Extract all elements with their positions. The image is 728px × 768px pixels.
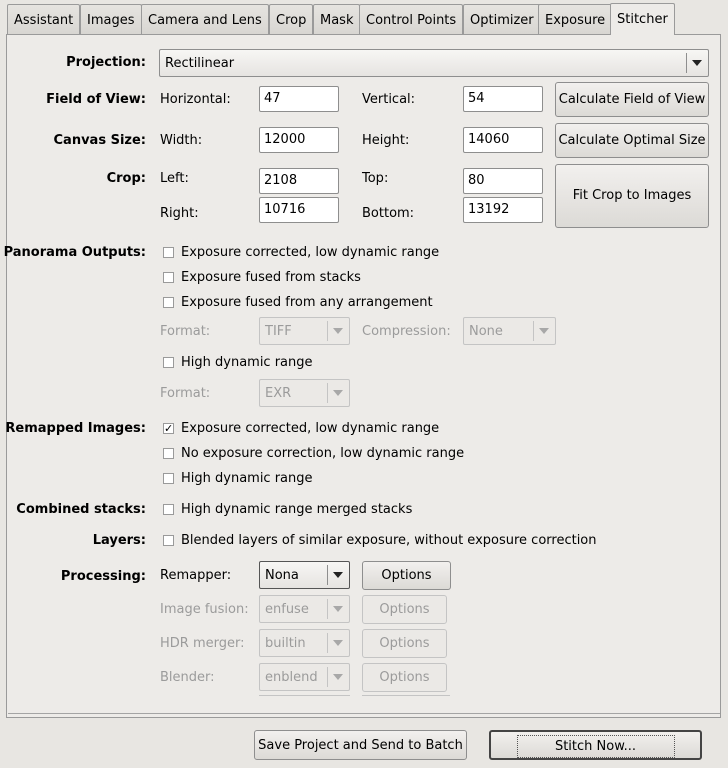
tab-crop[interactable]: Crop	[269, 4, 314, 34]
tab-mask[interactable]: Mask	[313, 4, 361, 34]
scroll-clip-edge	[259, 695, 350, 696]
remapper-options-button[interactable]: Options	[362, 561, 451, 590]
layers-blended-checkbox[interactable]	[163, 535, 174, 546]
image-fusion-value: enfuse	[265, 602, 309, 617]
remapped-exposure-corrected-label[interactable]: Exposure corrected, low dynamic range	[181, 421, 439, 436]
pano-compression-label: Compression:	[362, 324, 451, 339]
remapped-no-correction-label[interactable]: No exposure correction, low dynamic rang…	[181, 446, 464, 461]
chevron-down-icon	[333, 572, 343, 578]
pano-format-select[interactable]: TIFF	[259, 317, 350, 345]
remapped-no-correction-checkbox[interactable]	[163, 448, 174, 459]
calculate-optimal-size-button[interactable]: Calculate Optimal Size	[555, 123, 709, 158]
remapped-exposure-corrected-checkbox[interactable]: ✓	[163, 423, 174, 434]
blender-options-button[interactable]: Options	[362, 663, 447, 692]
projection-select[interactable]: Rectilinear	[159, 49, 709, 77]
fov-horizontal-input[interactable]: 47	[259, 86, 339, 112]
chevron-down-icon	[539, 328, 549, 334]
hdr-merger-label: HDR merger:	[160, 636, 245, 651]
stitch-now-button[interactable]: Stitch Now...	[489, 730, 702, 760]
tab-control-points[interactable]: Control Points	[359, 4, 464, 34]
hdr-merger-select[interactable]: builtin	[259, 629, 350, 657]
tab-assistant[interactable]: Assistant	[7, 4, 81, 34]
remapper-select[interactable]: Nona	[259, 561, 350, 589]
pano-fused-any-label[interactable]: Exposure fused from any arrangement	[181, 295, 433, 310]
save-and-batch-button[interactable]: Save Project and Send to Batch	[254, 730, 467, 760]
blender-select[interactable]: enblend	[259, 663, 350, 691]
pano-compression-value: None	[469, 324, 503, 339]
remapped-images-label: Remapped Images:	[5, 421, 146, 436]
pano-exposure-corrected-label[interactable]: Exposure corrected, low dynamic range	[181, 245, 439, 260]
pano-compression-select[interactable]: None	[463, 317, 556, 345]
blender-label: Blender:	[160, 670, 215, 685]
pano-hdr-label[interactable]: High dynamic range	[181, 355, 313, 370]
crop-right-label: Right:	[160, 206, 199, 221]
chevron-down-icon	[333, 674, 343, 680]
tab-stitcher[interactable]: Stitcher	[610, 3, 675, 35]
crop-left-input[interactable]: 2108	[259, 168, 339, 194]
blender-value: enblend	[265, 670, 318, 685]
pano-hdr-format-value: EXR	[265, 386, 292, 401]
remapped-hdr-label[interactable]: High dynamic range	[181, 471, 313, 486]
processing-label: Processing:	[60, 569, 146, 584]
pano-hdr-checkbox[interactable]	[163, 357, 174, 368]
crop-right-input[interactable]: 10716	[259, 197, 339, 223]
chevron-down-icon	[333, 606, 343, 612]
combined-hdr-stacks-label[interactable]: High dynamic range merged stacks	[181, 502, 412, 517]
canvas-height-label: Height:	[362, 133, 410, 148]
pano-hdr-format-select[interactable]: EXR	[259, 379, 350, 407]
remapper-value: Nona	[265, 568, 299, 583]
crop-bottom-input[interactable]: 13192	[463, 197, 543, 223]
crop-label: Crop:	[106, 171, 146, 186]
canvas-size-label: Canvas Size:	[53, 133, 146, 148]
fov-horizontal-label: Horizontal:	[160, 92, 231, 107]
scroll-clip-edge	[362, 695, 450, 696]
pano-fused-stacks-checkbox[interactable]	[163, 272, 174, 283]
pano-format-label: Format:	[160, 324, 211, 339]
panorama-outputs-label: Panorama Outputs:	[3, 245, 146, 260]
chevron-down-icon	[333, 390, 343, 396]
canvas-height-input[interactable]: 14060	[463, 127, 543, 153]
chevron-down-icon	[333, 640, 343, 646]
fov-label: Field of View:	[46, 92, 146, 107]
stitch-now-label: Stitch Now...	[516, 735, 675, 758]
projection-label: Projection:	[66, 55, 146, 70]
image-fusion-label: Image fusion:	[160, 602, 249, 617]
canvas-width-input[interactable]: 12000	[259, 127, 339, 153]
canvas-width-label: Width:	[160, 133, 203, 148]
projection-value: Rectilinear	[165, 56, 235, 71]
hdr-merger-value: builtin	[265, 636, 306, 651]
crop-left-label: Left:	[160, 171, 189, 186]
fit-crop-to-images-button[interactable]: Fit Crop to Images	[555, 164, 709, 228]
image-fusion-options-button[interactable]: Options	[362, 595, 447, 624]
remapped-hdr-checkbox[interactable]	[163, 473, 174, 484]
pano-fused-stacks-label[interactable]: Exposure fused from stacks	[181, 270, 361, 285]
hdr-merger-options-button[interactable]: Options	[362, 629, 447, 658]
image-fusion-select[interactable]: enfuse	[259, 595, 350, 623]
tab-images[interactable]: Images	[80, 4, 142, 34]
tab-camera-and-lens[interactable]: Camera and Lens	[141, 4, 269, 34]
footer-divider	[8, 713, 720, 714]
combined-hdr-stacks-checkbox[interactable]	[163, 504, 174, 515]
remapper-label: Remapper:	[160, 568, 232, 583]
layers-blended-label[interactable]: Blended layers of similar exposure, with…	[181, 533, 597, 548]
fov-vertical-input[interactable]: 54	[463, 86, 543, 112]
crop-top-label: Top:	[362, 171, 389, 186]
crop-bottom-label: Bottom:	[362, 206, 415, 221]
crop-top-input[interactable]: 80	[463, 168, 543, 194]
fov-vertical-label: Vertical:	[362, 92, 416, 107]
pano-format-value: TIFF	[265, 324, 292, 339]
pano-fused-any-checkbox[interactable]	[163, 297, 174, 308]
tab-exposure[interactable]: Exposure	[538, 4, 613, 34]
tab-optimizer[interactable]: Optimizer	[463, 4, 541, 34]
combined-stacks-label: Combined stacks:	[16, 502, 146, 517]
calculate-fov-button[interactable]: Calculate Field of View	[555, 82, 709, 117]
chevron-down-icon	[333, 328, 343, 334]
pano-exposure-corrected-checkbox[interactable]	[163, 247, 174, 258]
pano-hdr-format-label: Format:	[160, 386, 211, 401]
chevron-down-icon	[692, 60, 702, 66]
layers-label: Layers:	[92, 533, 146, 548]
